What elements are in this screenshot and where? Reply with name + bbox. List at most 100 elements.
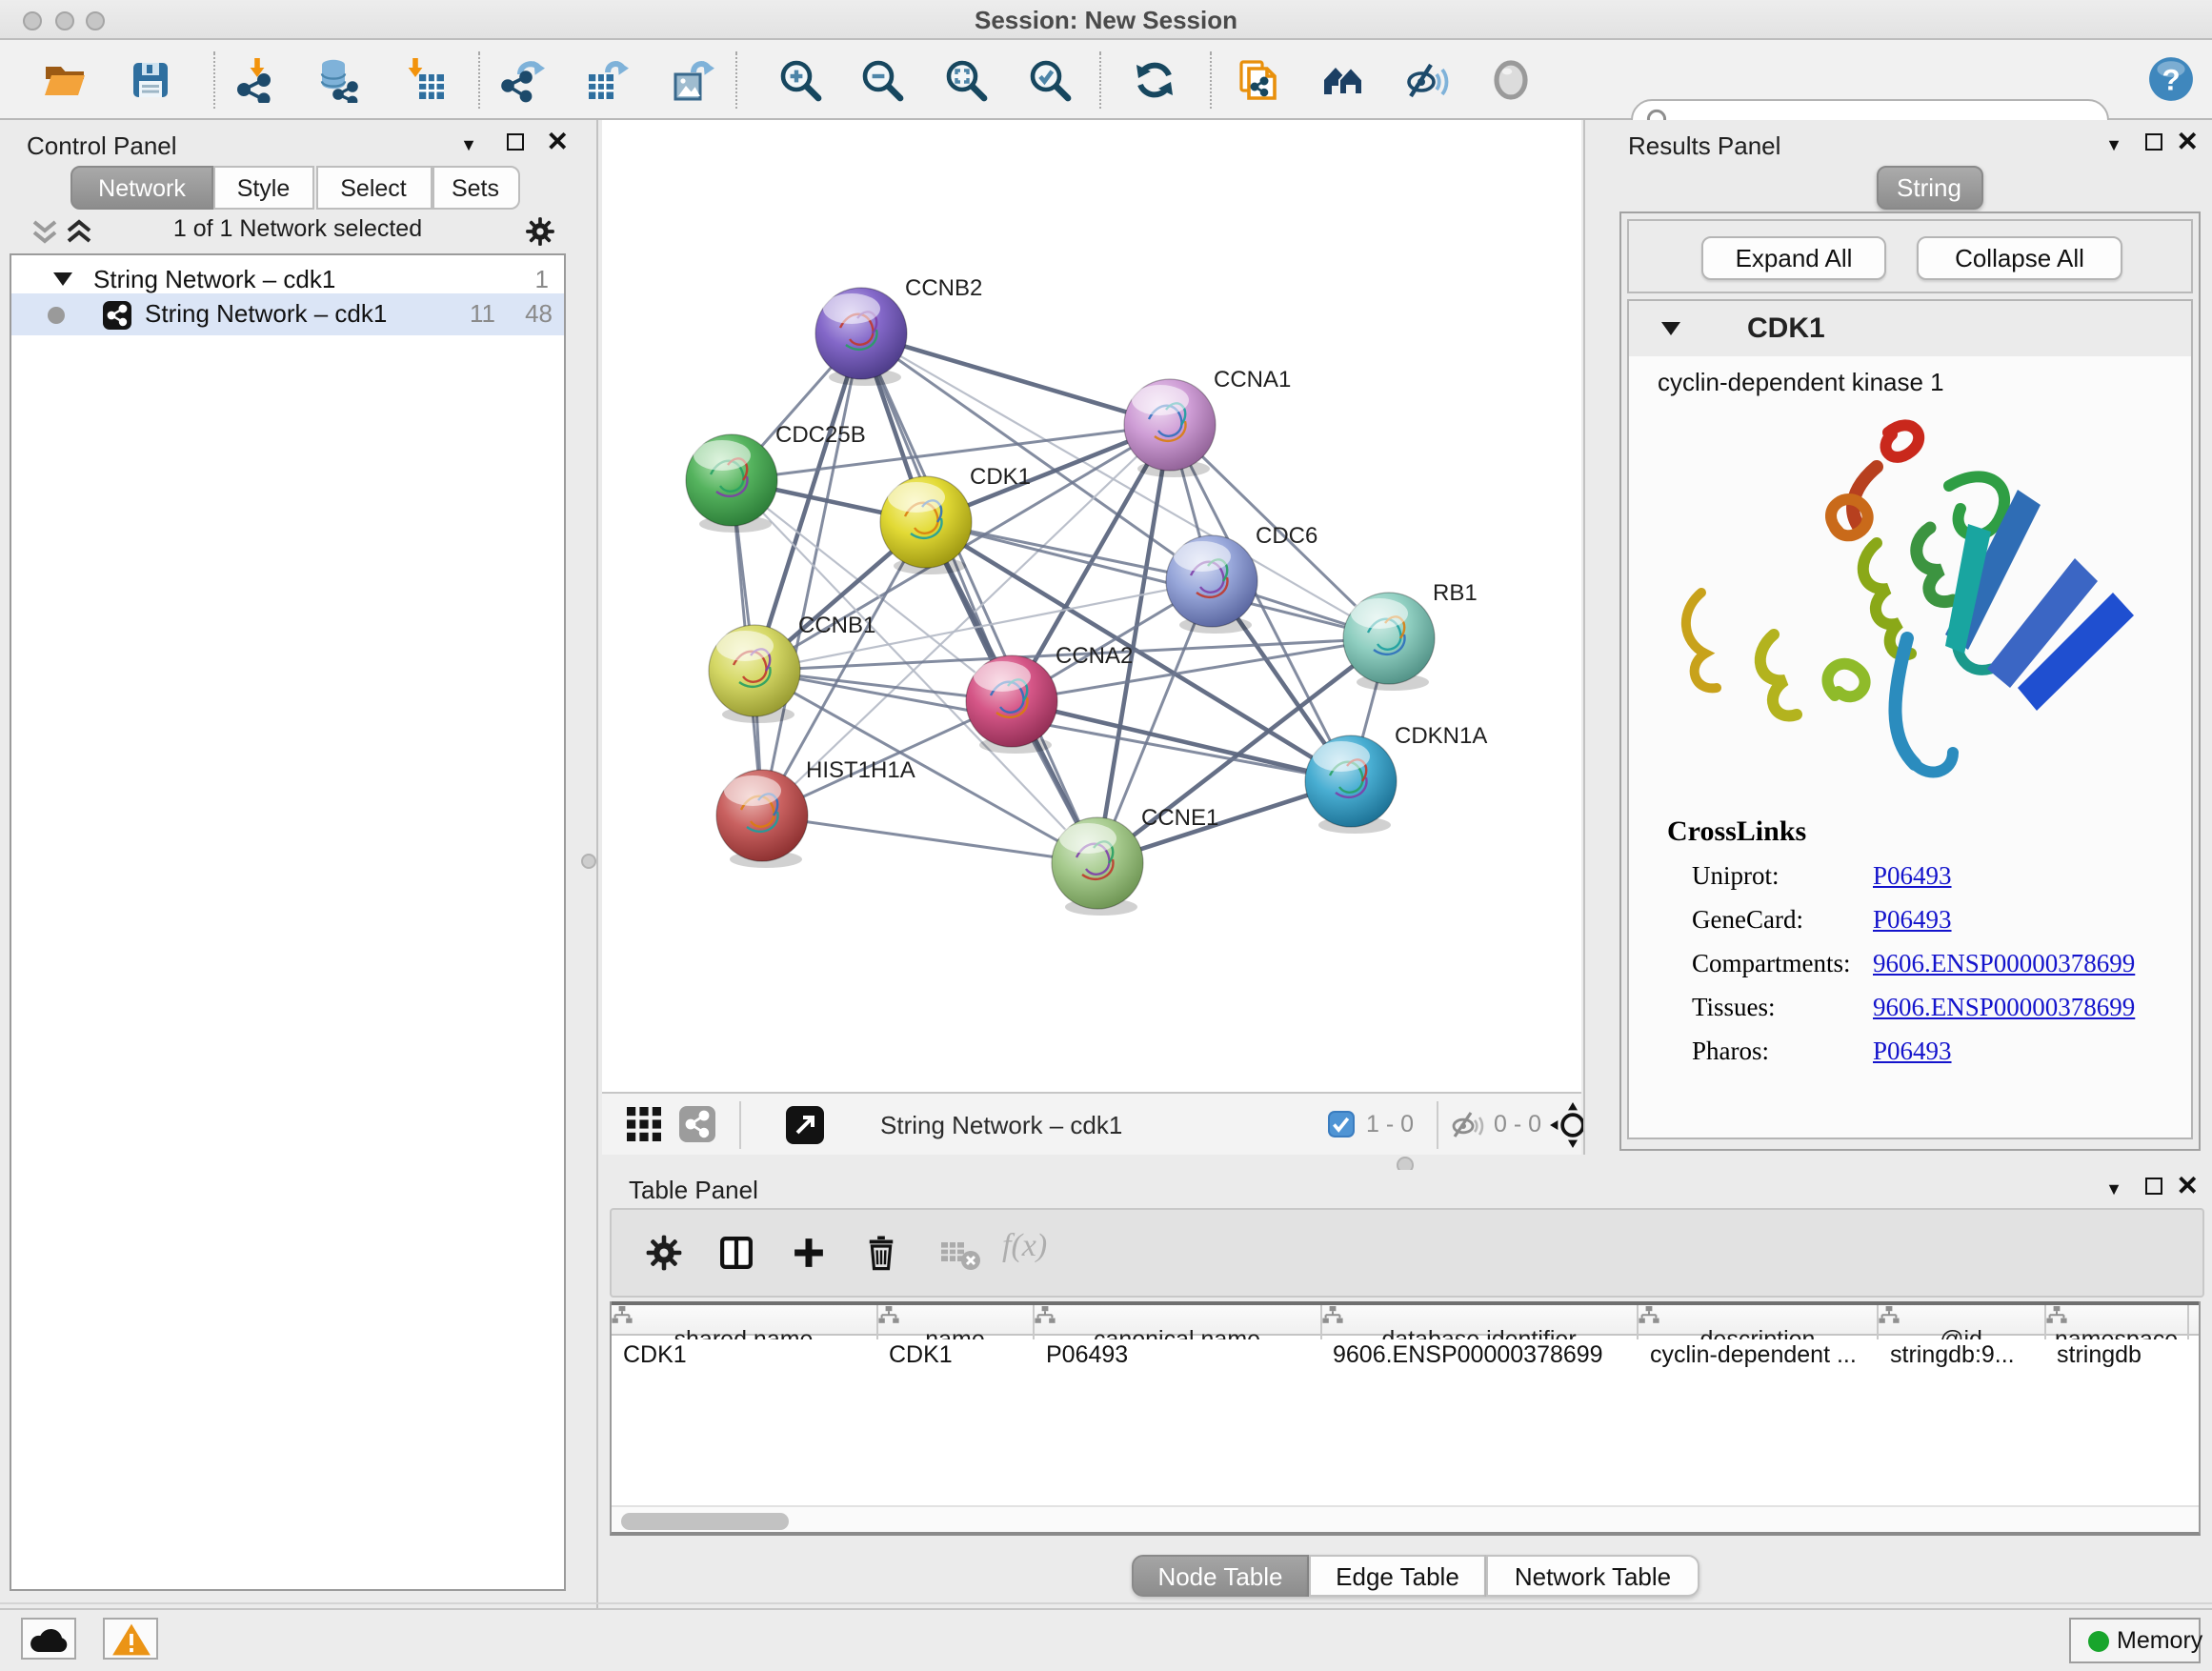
collapse-all-button[interactable]: Collapse All — [1917, 236, 2122, 280]
zoom-fit-icon[interactable] — [943, 57, 989, 103]
section-expander-icon[interactable] — [1661, 322, 1680, 335]
show-hidden-eye-icon[interactable] — [1488, 57, 1534, 103]
column-header-database-identifier[interactable]: database identifier — [1321, 1305, 1639, 1339]
node-label-CDC6: CDC6 — [1256, 523, 1317, 549]
import-table-icon[interactable] — [402, 57, 448, 103]
tab-node-table[interactable]: Node Table — [1132, 1555, 1309, 1597]
collection-expander-icon[interactable] — [53, 272, 72, 286]
help-icon[interactable]: ? — [2147, 55, 2193, 101]
export-table-icon[interactable] — [583, 57, 629, 103]
hide-selected-eye-icon[interactable] — [1404, 57, 1450, 103]
float-panel-icon[interactable]: ▼ — [2105, 1179, 2122, 1198]
maximize-panel-icon[interactable] — [506, 133, 523, 156]
selected-checkbox-icon[interactable] — [1328, 1111, 1355, 1137]
column-header--id[interactable]: @id — [1879, 1305, 2045, 1339]
maximize-panel-icon[interactable] — [2145, 133, 2162, 156]
network-node-CDK1[interactable] — [880, 476, 972, 574]
float-panel-icon[interactable]: ▼ — [460, 135, 477, 154]
tab-network-table[interactable]: Network Table — [1486, 1555, 1699, 1597]
memory-button[interactable]: Memory — [2069, 1618, 2201, 1663]
column-header-shared-name[interactable]: shared name — [612, 1305, 877, 1339]
share-document-icon[interactable] — [1235, 57, 1280, 103]
left-splitter-handle[interactable] — [581, 854, 596, 869]
tab-string[interactable]: String — [1876, 166, 1982, 210]
network-tree: String Network – cdk1 1 String Network –… — [10, 253, 566, 1591]
refresh-layout-icon[interactable] — [1132, 57, 1177, 103]
table-options-gear-icon[interactable] — [644, 1233, 684, 1273]
maximize-panel-icon[interactable] — [2145, 1178, 2162, 1200]
network-node-CCNE1[interactable] — [1052, 817, 1143, 916]
table-cell[interactable]: 9606.ENSP00000378699 — [1321, 1341, 1639, 1372]
edge-CCNA2-CDKN1A[interactable] — [1012, 701, 1351, 781]
birdseye-grid-icon[interactable] — [625, 1105, 663, 1143]
import-database-icon[interactable] — [314, 57, 360, 103]
close-panel-icon[interactable]: ✕ — [2177, 1170, 2199, 1202]
cloud-status-button[interactable] — [21, 1618, 76, 1660]
table-cell[interactable]: P06493 — [1035, 1341, 1321, 1372]
show-columns-icon[interactable] — [716, 1233, 756, 1273]
attribute-type-icon — [1879, 1305, 1900, 1324]
zoom-out-icon[interactable] — [859, 57, 905, 103]
node-table[interactable]: shared namenamecanonical namedatabase id… — [610, 1301, 2201, 1536]
network-node-HIST1H1A[interactable] — [716, 770, 808, 868]
string-home-icon[interactable] — [1320, 57, 1366, 103]
add-column-icon[interactable] — [789, 1233, 829, 1273]
table-h-scrollbar[interactable] — [612, 1505, 2199, 1532]
close-panel-icon[interactable]: ✕ — [547, 126, 569, 158]
network-node-CCNB1[interactable] — [709, 625, 800, 723]
table-cell[interactable]: cyclin-dependent ... — [1639, 1341, 1879, 1372]
tab-select[interactable]: Select — [315, 166, 432, 210]
cytoscape-window: Session: New Session — [0, 0, 2212, 1671]
edge-CDK1-RB1[interactable] — [926, 522, 1389, 638]
zoom-in-icon[interactable] — [777, 57, 823, 103]
network-node-CDC25B[interactable] — [686, 434, 777, 533]
string-style-icon[interactable] — [678, 1105, 716, 1143]
crosslink-value-link[interactable]: P06493 — [1873, 1037, 1952, 1067]
save-session-icon[interactable] — [128, 57, 173, 103]
tab-edge-table[interactable]: Edge Table — [1309, 1555, 1486, 1597]
network-node-CCNA1[interactable] — [1124, 379, 1216, 477]
edge-CCNB2-CCNA1[interactable] — [861, 333, 1170, 425]
delete-table-icon[interactable] — [939, 1240, 981, 1271]
table-cell[interactable]: stringdb:9... — [1879, 1341, 2045, 1372]
zoom-selected-icon[interactable] — [1027, 57, 1073, 103]
warning-status-button[interactable] — [103, 1618, 158, 1660]
close-panel-icon[interactable]: ✕ — [2177, 126, 2199, 158]
network-collection-row[interactable]: String Network – cdk1 1 — [11, 255, 564, 293]
tab-style[interactable]: Style — [213, 166, 313, 210]
edge-CCNB2-HIST1H1A[interactable] — [762, 333, 861, 815]
network-node-CDC6[interactable] — [1166, 535, 1257, 634]
float-panel-icon[interactable]: ▼ — [2105, 135, 2122, 154]
column-header-description[interactable]: description — [1639, 1305, 1879, 1339]
hidden-eye-icon[interactable] — [1450, 1109, 1484, 1139]
export-image-icon[interactable] — [669, 57, 714, 103]
network-row-selected[interactable]: String Network – cdk1 11 48 — [11, 293, 564, 335]
network-options-gear-icon[interactable] — [523, 215, 555, 248]
network-node-CDKN1A[interactable] — [1305, 735, 1397, 834]
open-file-icon[interactable] — [42, 57, 88, 103]
table-cell[interactable]: stringdb — [2045, 1341, 2189, 1372]
import-network-icon[interactable] — [234, 57, 280, 103]
tab-network[interactable]: Network — [70, 166, 213, 210]
cdk1-section-header[interactable]: CDK1 — [1629, 301, 2191, 356]
expand-all-button[interactable]: Expand All — [1701, 236, 1886, 280]
column-header-canonical-name[interactable]: canonical name — [1035, 1305, 1321, 1339]
crosslink-value-link[interactable]: P06493 — [1873, 861, 1952, 892]
crosslink-value-link[interactable]: 9606.ENSP00000378699 — [1873, 949, 2135, 979]
memory-label: Memory — [2117, 1627, 2202, 1654]
edge-HIST1H1A-CCNE1[interactable] — [762, 815, 1097, 863]
network-node-RB1[interactable] — [1343, 593, 1435, 691]
tab-sets[interactable]: Sets — [432, 166, 519, 210]
table-cell[interactable]: CDK1 — [612, 1341, 877, 1372]
column-header-namespace[interactable]: namespace — [2045, 1305, 2189, 1339]
crosslink-value-link[interactable]: P06493 — [1873, 905, 1952, 936]
function-builder-icon[interactable]: f(x) — [1002, 1227, 1047, 1265]
table-cell[interactable]: CDK1 — [877, 1341, 1035, 1372]
crosslink-value-link[interactable]: 9606.ENSP00000378699 — [1873, 993, 2135, 1023]
edge-CCNB2-CCNE1[interactable] — [861, 333, 1097, 863]
network-canvas[interactable]: CCNB2CCNA1CDC25BCDK1CDC6RB1CCNB1CCNA2CDK… — [602, 120, 1581, 1092]
delete-column-icon[interactable] — [861, 1233, 901, 1273]
column-header-name[interactable]: name — [877, 1305, 1035, 1339]
export-network-icon[interactable] — [499, 57, 545, 103]
open-in-new-window-icon[interactable] — [785, 1105, 825, 1145]
